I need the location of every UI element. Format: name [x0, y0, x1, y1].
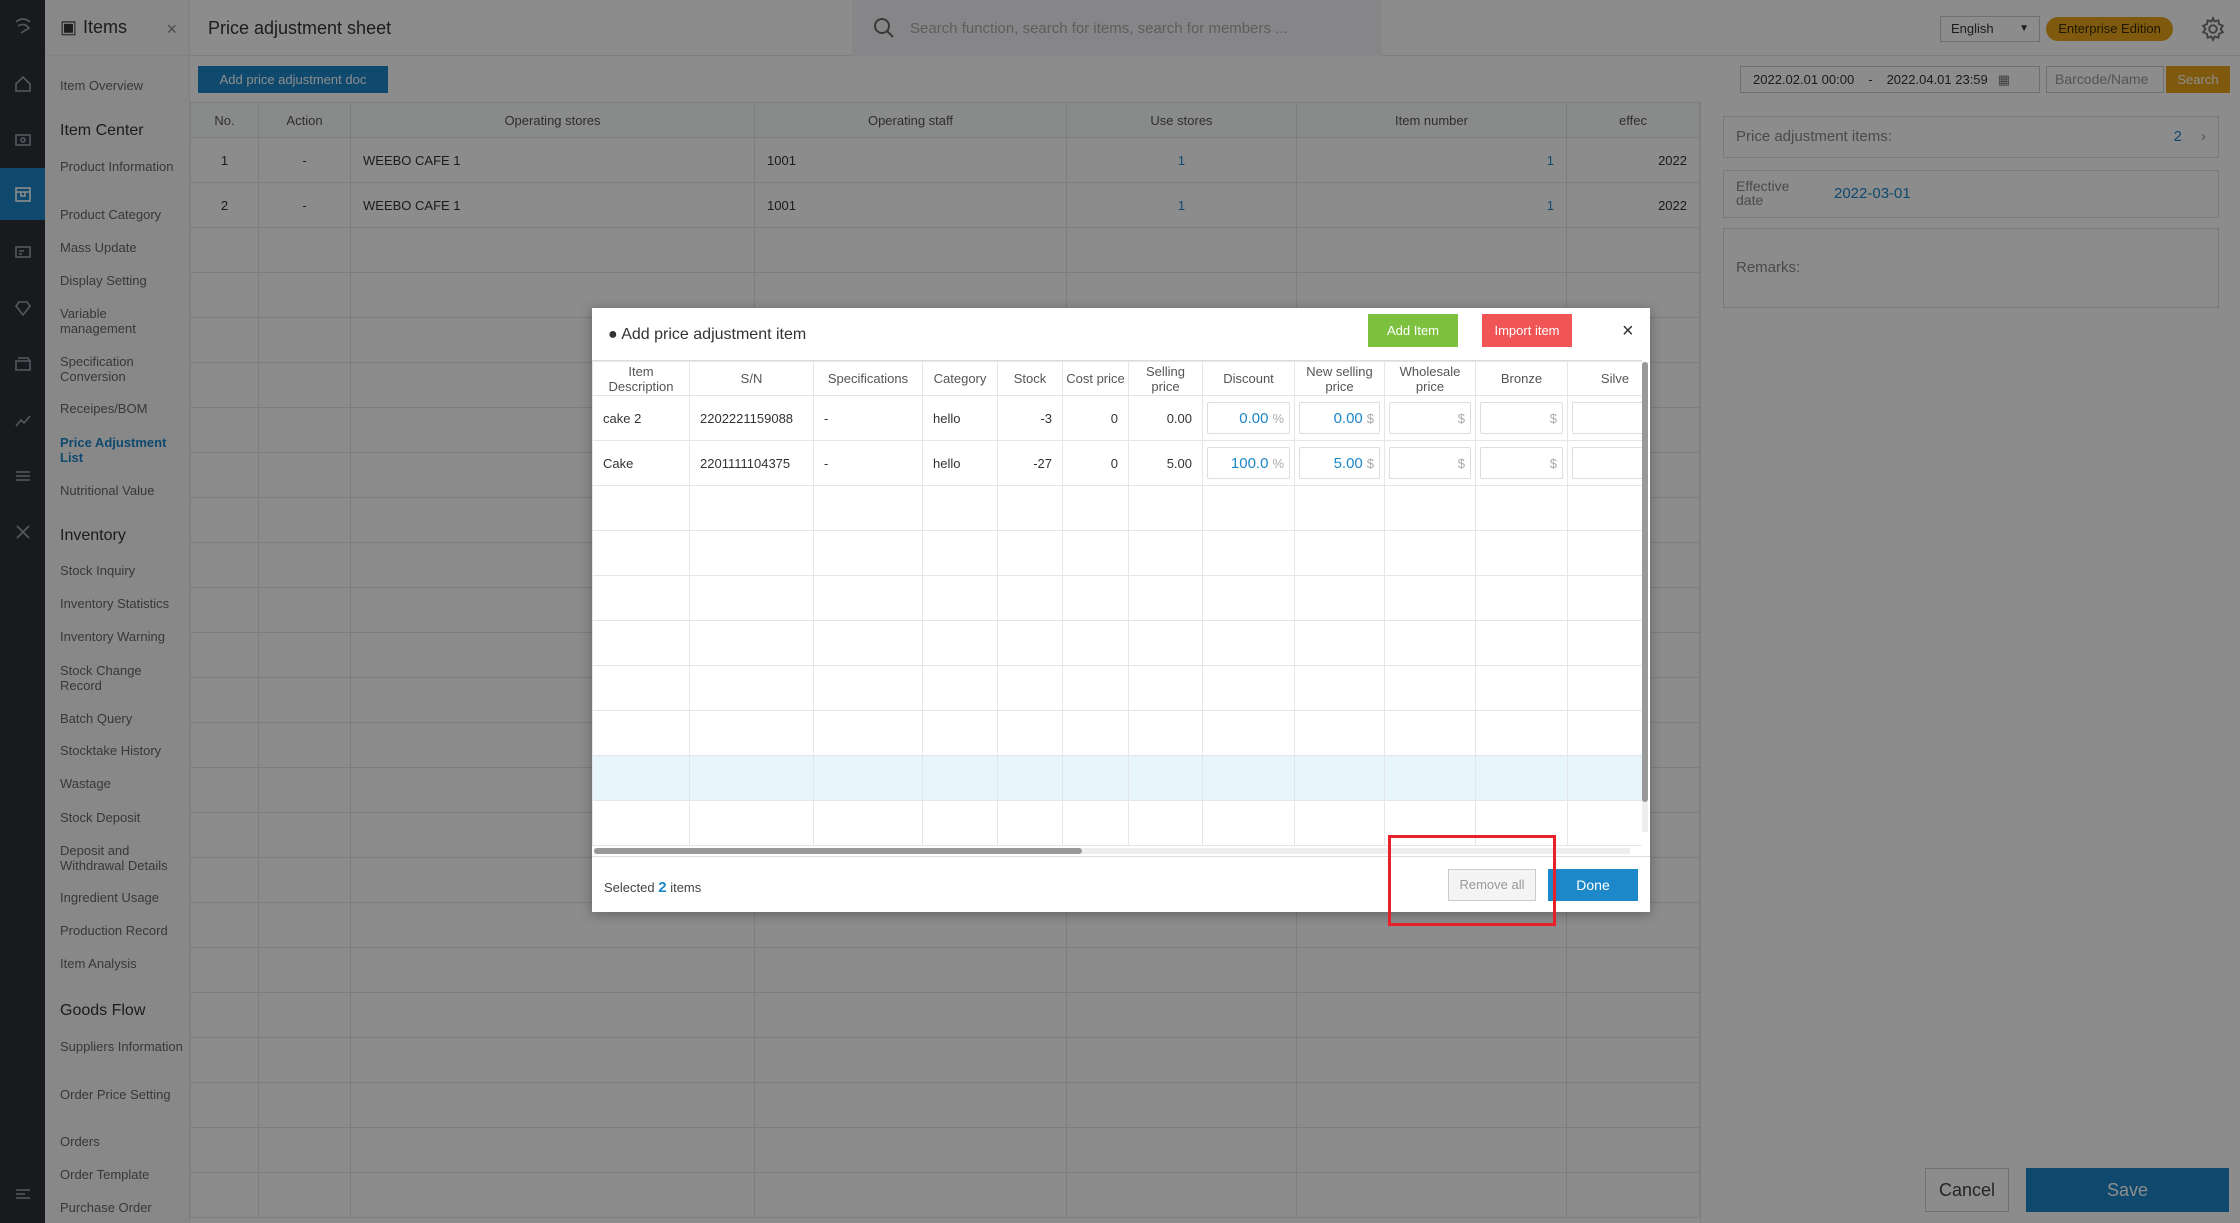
add-item-button[interactable]: Add Item — [1368, 314, 1458, 347]
col-specifications: Specifications — [813, 361, 923, 396]
cell-stock: -27 — [997, 440, 1063, 486]
close-icon[interactable]: × — [1622, 320, 1634, 343]
empty-row-hover — [592, 755, 1642, 801]
selected-count-text: Selected 2 items — [604, 879, 701, 896]
empty-row — [592, 485, 1642, 531]
table-row[interactable]: cake 2 2202221159088 - hello -3 0 0.00 0… — [592, 395, 1642, 441]
cell-cost-price: 0 — [1062, 440, 1129, 486]
bronze-price-input[interactable]: $ — [1480, 402, 1563, 434]
selected-count: 2 — [658, 879, 667, 896]
percent-unit: % — [1272, 410, 1284, 426]
item-table-scroll[interactable]: Item Description S/N Specifications Cate… — [592, 360, 1642, 850]
new-price-value: 5.00 — [1333, 454, 1363, 472]
horizontal-scroll-thumb[interactable] — [594, 848, 1082, 854]
silver-price-input[interactable]: $ — [1572, 402, 1642, 434]
col-new-selling-price: New selling price — [1294, 361, 1385, 396]
item-table: Item Description S/N Specifications Cate… — [592, 361, 1642, 846]
cell-cost-price: 0 — [1062, 395, 1129, 441]
col-bronze: Bronze — [1475, 361, 1568, 396]
col-discount: Discount — [1202, 361, 1295, 396]
cell-description: Cake — [592, 440, 690, 486]
table-row[interactable]: Cake 2201111104375 - hello -27 0 5.00 10… — [592, 440, 1642, 486]
col-category: Category — [922, 361, 998, 396]
selected-suffix: items — [670, 880, 702, 895]
bronze-price-input[interactable]: $ — [1480, 447, 1563, 479]
cell-description: cake 2 — [592, 395, 690, 441]
vertical-scroll-thumb[interactable] — [1642, 362, 1648, 802]
col-silver: Silve — [1567, 361, 1642, 396]
empty-row — [592, 710, 1642, 756]
wholesale-price-input[interactable]: $ — [1389, 402, 1471, 434]
empty-row — [592, 530, 1642, 576]
currency-unit: $ — [1549, 455, 1557, 471]
col-cost-price: Cost price — [1062, 361, 1129, 396]
currency-unit: $ — [1366, 410, 1374, 426]
cell-category: hello — [922, 440, 998, 486]
currency-unit: $ — [1457, 455, 1465, 471]
new-price-value: 0.00 — [1333, 409, 1363, 427]
cell-selling-price: 5.00 — [1128, 440, 1203, 486]
done-button[interactable]: Done — [1548, 869, 1638, 901]
new-price-input[interactable]: 0.00 $ — [1299, 402, 1380, 434]
discount-input[interactable]: 0.00% — [1207, 402, 1290, 434]
empty-row — [592, 620, 1642, 666]
cell-specifications: - — [813, 440, 923, 486]
currency-unit: $ — [1549, 410, 1557, 426]
percent-unit: % — [1272, 455, 1284, 471]
discount-value: 100.0 — [1230, 454, 1269, 472]
import-item-button[interactable]: Import item — [1482, 314, 1572, 347]
discount-value: 0.00 — [1239, 409, 1269, 427]
add-price-adjustment-item-dialog: ● Add price adjustment item Add Item Imp… — [592, 308, 1650, 912]
col-wholesale-price: Wholesale price — [1384, 361, 1476, 396]
cell-stock: -3 — [997, 395, 1063, 441]
new-price-input[interactable]: 5.00 $ — [1299, 447, 1380, 479]
vertical-scrollbar[interactable] — [1642, 362, 1648, 832]
empty-row — [592, 665, 1642, 711]
cell-sn: 2202221159088 — [689, 395, 814, 441]
silver-price-input[interactable]: $ — [1572, 447, 1642, 479]
currency-unit: $ — [1457, 410, 1465, 426]
discount-input[interactable]: 100.0% — [1207, 447, 1290, 479]
col-item-description: Item Description — [592, 361, 690, 396]
empty-row — [592, 575, 1642, 621]
cell-selling-price: 0.00 — [1128, 395, 1203, 441]
selected-prefix: Selected — [604, 880, 655, 895]
cell-specifications: - — [813, 395, 923, 441]
col-selling-price: Selling price — [1128, 361, 1203, 396]
cell-category: hello — [922, 395, 998, 441]
dialog-title: ● Add price adjustment item — [608, 326, 807, 343]
col-stock: Stock — [997, 361, 1063, 396]
wholesale-price-input[interactable]: $ — [1389, 447, 1471, 479]
highlight-annotation — [1388, 835, 1556, 926]
cell-sn: 2201111104375 — [689, 440, 814, 486]
currency-unit: $ — [1366, 455, 1374, 471]
col-sn: S/N — [689, 361, 814, 396]
